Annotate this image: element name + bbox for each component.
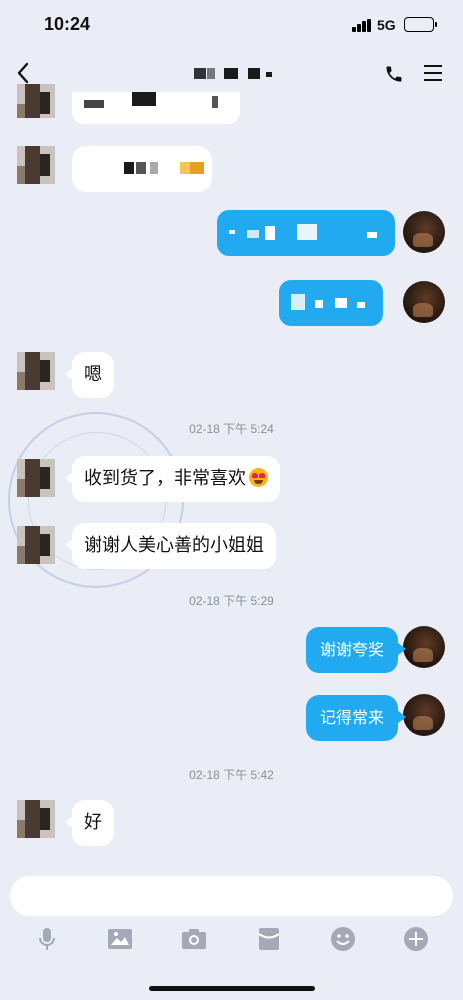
contact-avatar[interactable] (17, 800, 55, 838)
message-bubble-incoming: 收到货了，非常喜欢 (65, 456, 280, 502)
microphone-icon[interactable] (34, 926, 60, 952)
network-type: 5G (377, 17, 396, 33)
chat-header (0, 56, 463, 94)
input-toolbar (0, 924, 463, 956)
status-bar: 10:24 5G (0, 0, 463, 50)
battery-icon (404, 17, 437, 32)
home-indicator[interactable] (149, 986, 315, 991)
image-icon[interactable] (107, 926, 133, 952)
contact-name-redacted (186, 66, 278, 82)
message-bubble-incoming: 谢谢人美心善的小姐姐 (65, 523, 276, 569)
my-avatar[interactable] (403, 211, 445, 253)
message-bubble-incoming: 嗯 (65, 352, 114, 398)
message-bubble-outgoing: 记得常来 (305, 695, 407, 741)
contact-avatar[interactable] (17, 526, 55, 564)
message-timestamp: 02-18 下午 5:29 (189, 594, 274, 608)
contact-avatar[interactable] (17, 146, 55, 184)
phone-icon[interactable] (384, 64, 404, 84)
back-icon[interactable] (14, 60, 36, 86)
message-bubble-outgoing: 谢谢夸奖 (305, 627, 407, 673)
my-avatar[interactable] (403, 626, 445, 668)
contact-avatar[interactable] (17, 352, 55, 390)
my-avatar[interactable] (403, 281, 445, 323)
emoji-icon[interactable] (330, 926, 356, 952)
message-timestamp: 02-18 下午 5:42 (189, 768, 274, 782)
contact-avatar[interactable] (17, 459, 55, 497)
plus-icon[interactable] (403, 926, 429, 952)
message-timestamp: 02-18 下午 5:24 (189, 422, 274, 436)
heart-eyes-emoji (249, 468, 268, 487)
status-time: 10:24 (44, 14, 91, 34)
contact-avatar[interactable] (17, 84, 55, 118)
redacted-message-bubble (72, 146, 212, 192)
camera-icon[interactable] (181, 926, 207, 952)
redacted-message-bubble (72, 92, 240, 124)
my-avatar[interactable] (403, 694, 445, 736)
menu-icon[interactable] (423, 64, 443, 82)
red-packet-icon[interactable] (256, 926, 282, 952)
message-text: 收到货了，非常喜欢 (84, 468, 246, 489)
message-bubble-incoming: 好 (65, 800, 114, 846)
message-input[interactable] (10, 876, 453, 916)
redacted-message-bubble (217, 210, 395, 256)
redacted-message-bubble (279, 280, 383, 326)
cell-signal-icon (352, 19, 372, 32)
